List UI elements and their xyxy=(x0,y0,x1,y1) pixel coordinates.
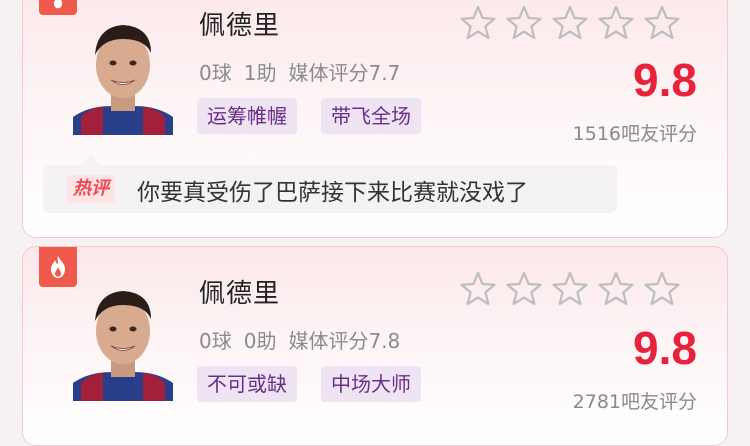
player-score: 9.8 xyxy=(633,322,697,374)
media-rating: 媒体评分7.7 xyxy=(288,61,401,85)
rater-count: 2781吧友评分 xyxy=(572,391,697,413)
hot-comment[interactable]: 热评 你要真受伤了巴萨接下来比赛就没戏了 xyxy=(43,155,617,213)
player-avatar[interactable] xyxy=(73,7,173,135)
rating-stars[interactable] xyxy=(459,271,681,307)
player-name[interactable]: 佩德里 xyxy=(199,5,280,42)
star-outline-icon[interactable] xyxy=(551,5,589,41)
star-outline-icon[interactable] xyxy=(597,5,635,41)
rating-stars[interactable] xyxy=(459,5,681,41)
hot-comment-text[interactable]: 你要真受伤了巴萨接下来比赛就没戏了 xyxy=(137,173,528,207)
star-outline-icon[interactable] xyxy=(597,271,635,307)
hot-comment-label: 热评 xyxy=(67,175,115,203)
star-outline-icon[interactable] xyxy=(643,271,681,307)
star-outline-icon[interactable] xyxy=(505,5,543,41)
star-outline-icon[interactable] xyxy=(643,5,681,41)
hot-badge xyxy=(39,247,77,287)
flame-icon xyxy=(53,0,63,9)
assists-count: 0助 xyxy=(243,329,277,353)
player-avatar[interactable] xyxy=(73,273,173,401)
player-name[interactable]: 佩德里 xyxy=(199,273,280,310)
player-stats: 0球 1助 媒体评分7.7 xyxy=(199,57,412,86)
star-outline-icon[interactable] xyxy=(551,271,589,307)
player-tag[interactable]: 不可或缺 xyxy=(197,366,297,402)
player-tag[interactable]: 中场大师 xyxy=(321,366,421,402)
star-outline-icon[interactable] xyxy=(459,271,497,307)
player-score: 9.8 xyxy=(633,54,697,106)
hot-badge xyxy=(39,0,77,15)
goals-count: 0球 xyxy=(199,329,232,353)
player-tag[interactable]: 运筹帷幄 xyxy=(197,98,297,134)
comment-notch xyxy=(81,155,101,165)
star-outline-icon[interactable] xyxy=(459,5,497,41)
player-rating-card[interactable]: 佩德里 0球 1助 媒体评分7.7 运筹帷幄 带飞全场 9.8 1516吧友评分 热… xyxy=(22,0,728,238)
player-stats: 0球 0助 媒体评分7.8 xyxy=(199,325,412,354)
goals-count: 0球 xyxy=(199,61,232,85)
flame-icon xyxy=(51,256,65,278)
player-tag[interactable]: 带飞全场 xyxy=(321,98,421,134)
rater-count: 1516吧友评分 xyxy=(572,123,697,145)
star-outline-icon[interactable] xyxy=(505,271,543,307)
media-rating: 媒体评分7.8 xyxy=(288,329,401,353)
player-rating-card[interactable]: 佩德里 0球 0助 媒体评分7.8 不可或缺 中场大师 9.8 2781吧友评分 xyxy=(22,246,728,446)
assists-count: 1助 xyxy=(243,61,277,85)
